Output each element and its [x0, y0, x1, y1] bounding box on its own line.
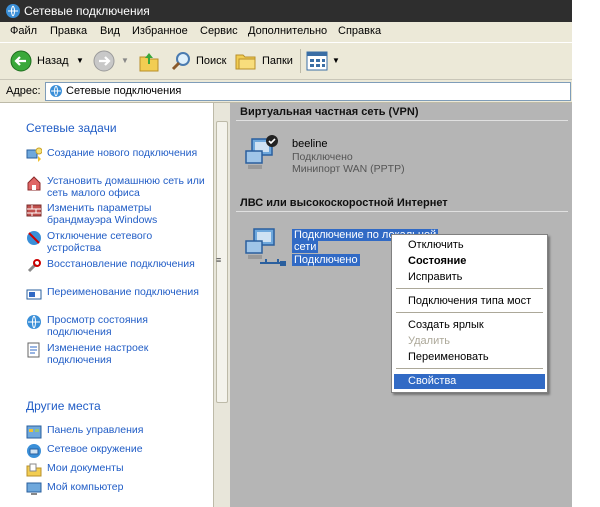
menu-item-repair[interactable]: Исправить	[394, 270, 545, 285]
network-places-icon	[27, 444, 41, 458]
folders-label: Папки	[262, 55, 293, 67]
menu-separator	[396, 312, 543, 313]
network-connections-window: Сетевые подключения Файл Правка Вид Избр…	[0, 0, 572, 507]
settings-icon	[27, 342, 40, 358]
status-icon	[27, 315, 41, 329]
task-label: Изменение настроек подключения	[47, 342, 149, 366]
vpn-connection-status: Подключено	[292, 151, 353, 163]
menu-item-label: Удалить	[408, 335, 450, 347]
task-pane: Сетевые задачи Создание нового подключен…	[0, 103, 213, 507]
address-field[interactable]: Сетевые подключения	[45, 82, 571, 101]
repair-icon	[27, 259, 41, 273]
lan-connection-status: Подключено	[292, 254, 360, 266]
control-panel-icon	[26, 425, 42, 439]
menu-favorites[interactable]: Избранное	[132, 25, 188, 37]
folders-icon	[235, 54, 256, 70]
menu-item-label: Создать ярлык	[408, 319, 484, 331]
menu-item-label: Исправить	[408, 271, 463, 283]
lan-group-header: ЛВС или высокоскоростной Интернет	[240, 197, 448, 209]
pane-splitter[interactable]: ≡	[213, 103, 231, 507]
back-label: Назад	[37, 55, 69, 67]
disable-device-icon	[27, 231, 41, 245]
menu-item-create-shortcut[interactable]: Создать ярлык	[394, 318, 545, 333]
lan-connection-icon	[245, 228, 286, 266]
back-button[interactable]: Назад ▼	[8, 47, 86, 75]
menu-item-label: Переименовать	[408, 351, 489, 363]
vpn-connection-device: Минипорт WAN (PPTP)	[292, 163, 405, 175]
menu-tools[interactable]: Сервис	[200, 25, 238, 37]
menu-advanced[interactable]: Дополнительно	[248, 25, 327, 37]
menu-item-status[interactable]: Состояние	[394, 254, 545, 269]
place-label: Сетевое окружение	[47, 443, 143, 455]
menu-bar: Файл Правка Вид Избранное Сервис Дополни…	[0, 22, 572, 43]
menu-item-properties[interactable]: Свойства	[394, 374, 545, 389]
vpn-connection-name: beeline	[292, 138, 328, 150]
grip-icon: ≡	[216, 255, 222, 265]
menu-help[interactable]: Справка	[338, 25, 381, 37]
lan-connection-name-line2: сети	[292, 241, 319, 253]
title-bar[interactable]: Сетевые подключения	[0, 0, 572, 22]
search-button[interactable]: Поиск	[170, 47, 230, 75]
address-label: Адрес:	[6, 85, 41, 97]
other-places-title: Другие места	[26, 399, 101, 413]
menu-item-rename[interactable]: Переименовать	[394, 350, 545, 365]
task-label: Установить домашнюю сеть или сеть малого…	[47, 175, 205, 199]
menu-item-label: Свойства	[408, 375, 457, 387]
views-button[interactable]: ▼	[306, 47, 342, 75]
context-menu: Отключить Состояние Исправить Подключени…	[391, 234, 548, 393]
task-label: Переименование подключения	[47, 286, 199, 298]
forward-arrow-icon	[93, 50, 115, 72]
network-folder-icon	[6, 4, 20, 18]
vpn-connection-icon	[245, 135, 278, 169]
network-folder-icon	[50, 85, 62, 97]
menu-item-label: Отключить	[408, 239, 464, 251]
place-label: Мой компьютер	[47, 481, 124, 493]
forward-button[interactable]: ▼	[92, 47, 132, 75]
task-label: Создание нового подключения	[47, 147, 198, 159]
home-network-icon	[27, 176, 41, 191]
views-dropdown-icon[interactable]: ▼	[332, 56, 340, 65]
task-label: Отключение сетевого устройства	[47, 230, 153, 254]
back-arrow-icon	[10, 50, 32, 72]
task-label: Просмотр состояния подключения	[47, 314, 148, 338]
views-icon	[306, 51, 328, 71]
my-documents-icon	[26, 463, 42, 477]
rename-icon	[26, 289, 42, 300]
forward-dropdown-icon[interactable]: ▼	[121, 56, 129, 65]
firewall-icon	[26, 204, 42, 217]
my-computer-icon	[26, 482, 42, 495]
menu-separator	[396, 288, 543, 289]
task-label: Восстановление подключения	[47, 258, 195, 270]
address-value: Сетевые подключения	[66, 85, 182, 97]
menu-item-label: Подключения типа мост	[408, 295, 532, 307]
toolbar: Назад ▼ ▼ Поиск Папки ▼	[0, 43, 572, 80]
search-label: Поиск	[196, 55, 227, 67]
menu-separator	[396, 368, 543, 369]
menu-item-delete: Удалить	[394, 334, 545, 349]
menu-view[interactable]: Вид	[100, 25, 120, 37]
back-dropdown-icon[interactable]: ▼	[76, 56, 84, 65]
network-tasks-title: Сетевые задачи	[26, 121, 117, 135]
menu-item-label: Состояние	[408, 255, 467, 267]
menu-edit[interactable]: Правка	[50, 25, 87, 37]
place-label: Панель управления	[47, 424, 144, 436]
task-label: Изменить параметры брандмауэра Windows	[47, 202, 158, 226]
search-icon	[171, 52, 190, 71]
up-folder-icon[interactable]	[138, 49, 160, 73]
new-connection-icon	[26, 147, 42, 162]
menu-item-bridge[interactable]: Подключения типа мост	[394, 294, 545, 309]
address-bar: Адрес: Сетевые подключения	[0, 80, 572, 103]
vpn-group-header: Виртуальная частная сеть (VPN)	[240, 106, 419, 118]
place-label: Мои документы	[47, 462, 124, 474]
menu-file[interactable]: Файл	[10, 25, 37, 37]
menu-item-disconnect[interactable]: Отключить	[394, 238, 545, 253]
folders-button[interactable]: Папки	[235, 47, 297, 75]
window-title: Сетевые подключения	[24, 4, 150, 18]
